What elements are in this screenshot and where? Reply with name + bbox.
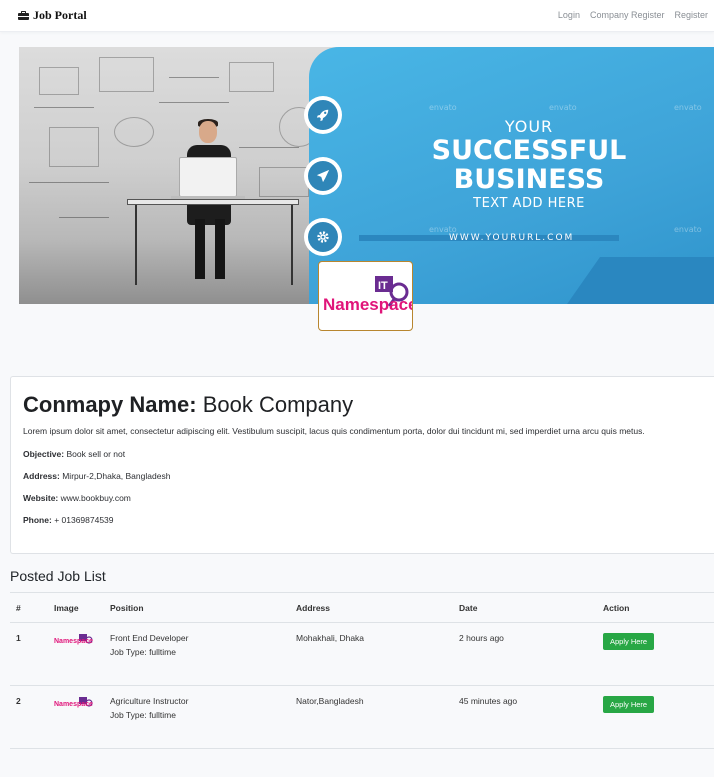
gear-icon xyxy=(304,218,342,256)
navbar: Job Portal Login Company Register Regist… xyxy=(0,0,714,32)
nav-links: Login Company Register Register xyxy=(558,10,708,20)
job-list-title: Posted Job List xyxy=(10,568,106,584)
row-date: 2 hours ago xyxy=(453,622,597,686)
brand-label: Job Portal xyxy=(33,8,87,22)
headline-line-3: BUSINESS xyxy=(453,164,605,195)
company-logo-thumb: Namespace xyxy=(54,634,93,645)
nav-company-register-link[interactable]: Company Register xyxy=(590,10,665,20)
table-header-row: # Image Position Address Date Action xyxy=(10,592,714,623)
row-num: 1 xyxy=(10,622,48,686)
job-type: Job Type: fulltime xyxy=(110,647,176,657)
col-position: Position xyxy=(104,592,290,623)
apply-button[interactable]: Apply Here xyxy=(603,696,655,713)
company-name-label: Conmapy Name: xyxy=(23,392,197,417)
row-action: Apply Here xyxy=(597,622,714,686)
row-address: Mohakhali, Dhaka xyxy=(290,622,453,686)
job-type: Job Type: fulltime xyxy=(110,710,176,720)
col-date: Date xyxy=(453,592,597,623)
row-address: Nator,Bangladesh xyxy=(290,685,453,749)
job-table: # Image Position Address Date Action 1 N… xyxy=(10,592,714,749)
company-name: Book Company xyxy=(202,392,354,417)
svg-text:Namespace: Namespace xyxy=(54,638,93,645)
company-logo: IT Namespace xyxy=(318,261,418,331)
rocket-icon xyxy=(304,96,342,134)
watermark: envato xyxy=(674,103,702,112)
logo-text: Namespace xyxy=(323,295,412,314)
watermark: envato xyxy=(549,103,577,112)
headline-line-2: SUCCESSFUL xyxy=(431,135,627,166)
row-action: Apply Here xyxy=(597,685,714,749)
paper-plane-icon xyxy=(304,157,342,195)
banner-headline: YOUR SUCCESSFUL BUSINESS TEXT ADD HERE xyxy=(409,117,649,211)
row-num: 2 xyxy=(10,685,48,749)
company-website: Website: www.bookbuy.com xyxy=(23,493,131,503)
brand-link[interactable]: Job Portal xyxy=(18,8,87,23)
row-position: Agriculture Instructor Job Type: fulltim… xyxy=(104,685,290,749)
row-image: Namespace xyxy=(48,622,104,686)
position-title: Front End Developer xyxy=(110,633,189,643)
row-position: Front End Developer Job Type: fulltime xyxy=(104,622,290,686)
company-card: Conmapy Name: Book Company Lorem ipsum d… xyxy=(10,376,714,554)
company-logo-thumb: Namespace xyxy=(54,697,93,708)
company-title: Conmapy Name: Book Company xyxy=(23,391,702,419)
col-address: Address xyxy=(290,592,453,623)
col-num: # xyxy=(10,592,48,623)
company-objective: Objective: Book sell or not xyxy=(23,449,126,459)
apply-button[interactable]: Apply Here xyxy=(603,633,655,650)
headline-line-1: YOUR xyxy=(504,117,554,136)
watermark: envato xyxy=(674,225,702,234)
table-row: 1 Namespace Front End Developer Job Type… xyxy=(10,622,714,686)
watermark: envato xyxy=(429,103,457,112)
position-title: Agriculture Instructor xyxy=(110,696,189,706)
svg-text:Namespace: Namespace xyxy=(54,701,93,708)
banner-url: WWW.YOURURL.COM xyxy=(449,233,575,243)
col-action: Action xyxy=(597,592,714,623)
table-row: 2 Namespace Agriculture Instructor Job T… xyxy=(10,685,714,749)
company-address: Address: Mirpur-2,Dhaka, Bangladesh xyxy=(23,471,171,481)
row-image: Namespace xyxy=(48,685,104,749)
nav-register-link[interactable]: Register xyxy=(674,10,708,20)
row-date: 45 minutes ago xyxy=(453,685,597,749)
company-description: Lorem ipsum dolor sit amet, consectetur … xyxy=(23,426,645,436)
nav-login-link[interactable]: Login xyxy=(558,10,580,20)
col-image: Image xyxy=(48,592,104,623)
headline-line-4: TEXT ADD HERE xyxy=(473,196,585,211)
company-phone: Phone: + 01369874539 xyxy=(23,515,114,525)
logo-badge: IT xyxy=(378,280,388,292)
banner-photo xyxy=(19,47,339,304)
briefcase-icon xyxy=(18,11,29,20)
